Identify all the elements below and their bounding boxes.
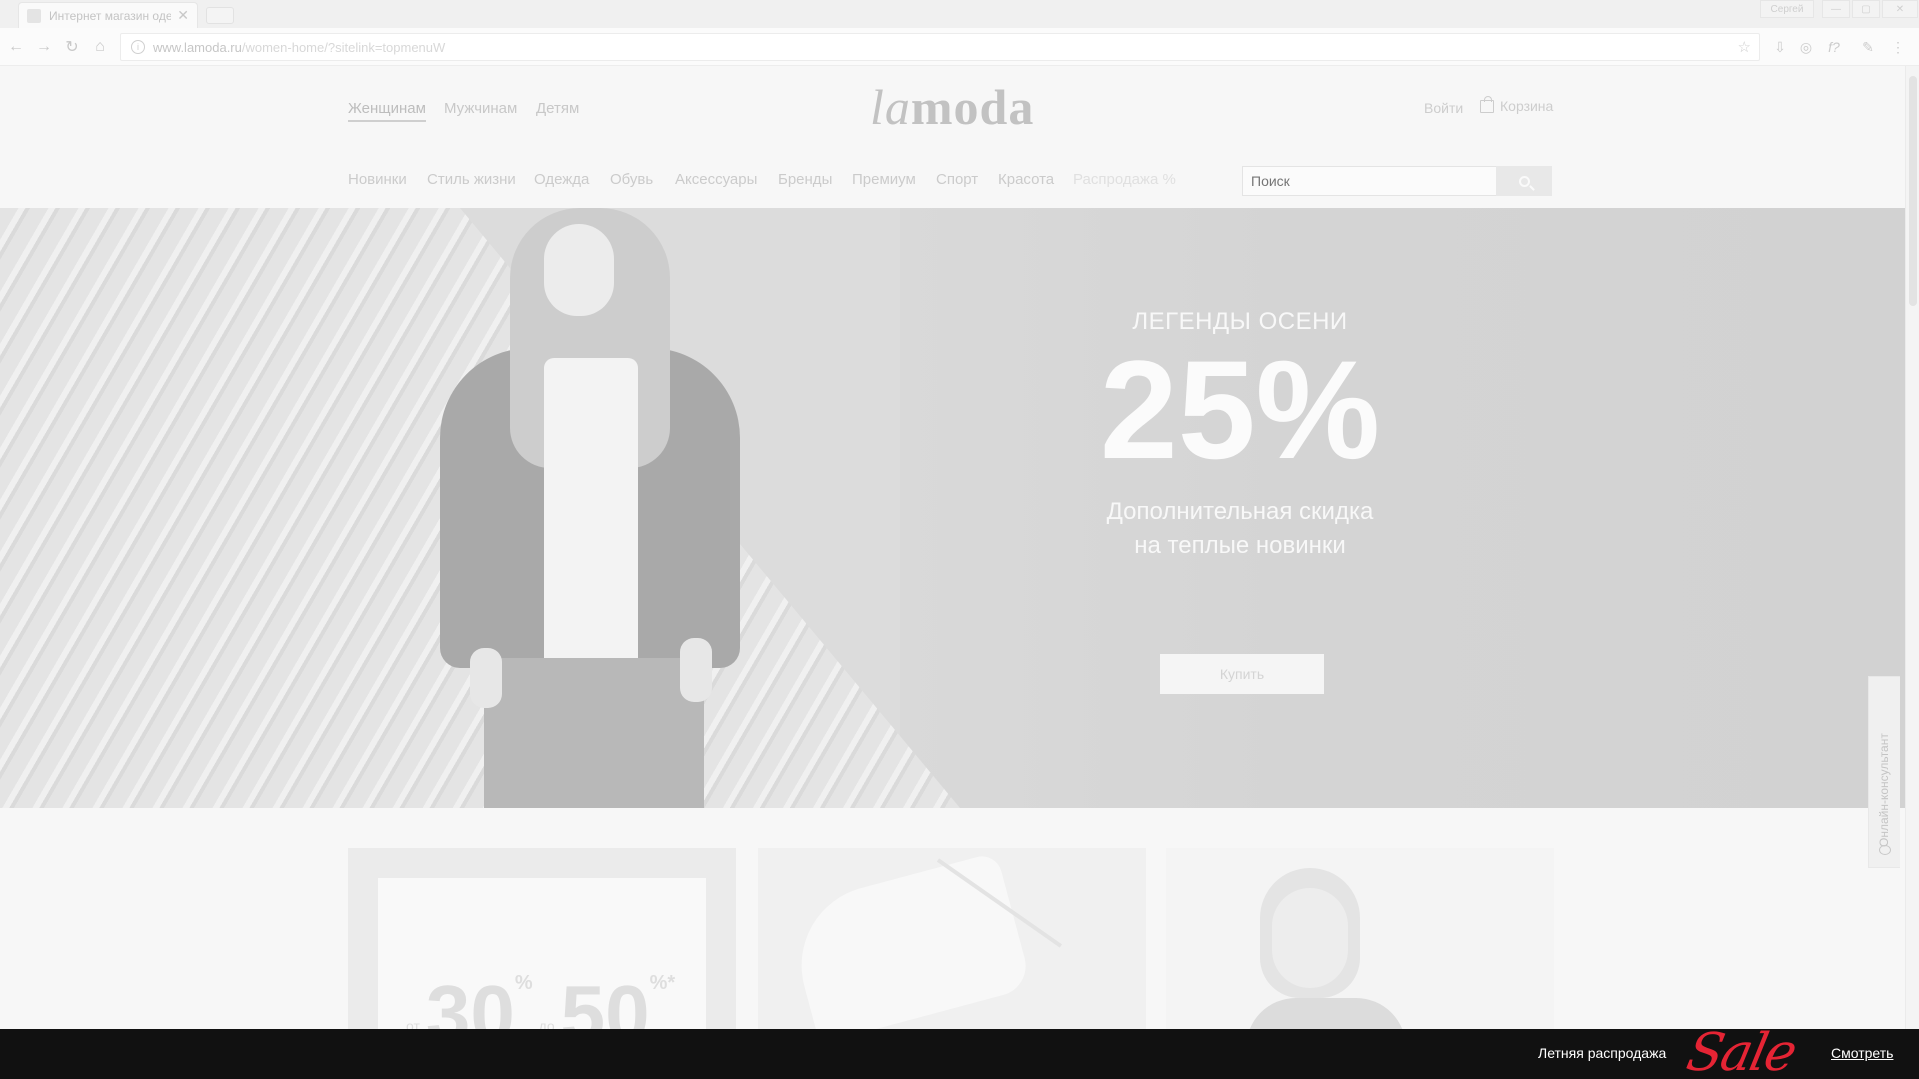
login-link[interactable]: Войти	[1424, 100, 1463, 116]
shopping-bag-icon	[1480, 95, 1494, 113]
model-sweater	[544, 358, 638, 668]
eyedropper-icon[interactable]: ✎	[1858, 37, 1878, 57]
buy-button[interactable]: Купить	[1160, 654, 1324, 694]
category-sport[interactable]: Спорт	[936, 171, 978, 188]
model-face	[544, 224, 614, 316]
fx-icon[interactable]: f?	[1824, 37, 1844, 57]
promo-percent-2: %*	[649, 972, 676, 994]
scrollbar-thumb[interactable]	[1909, 76, 1917, 306]
category-new[interactable]: Новинки	[348, 171, 407, 188]
address-bar[interactable]: i www.lamoda.ru/women-home/?sitelink=top…	[120, 33, 1760, 61]
logo-light-part: la	[870, 79, 911, 135]
forward-icon[interactable]: →	[34, 37, 54, 57]
url-host: www.lamoda.ru	[153, 39, 242, 55]
home-icon[interactable]: ⌂	[90, 37, 110, 57]
category-shoes[interactable]: Обувь	[610, 171, 653, 188]
category-brands[interactable]: Бренды	[778, 171, 832, 188]
model-hand-right	[680, 638, 712, 702]
summer-sale-bar: Летняя распродажа Sale Смотреть	[0, 1023, 1919, 1079]
page-scrollbar[interactable]	[1905, 66, 1919, 1079]
category-accessories[interactable]: Аксессуары	[675, 171, 757, 188]
model-hand-left	[470, 648, 502, 708]
profile-button[interactable]: Сергей	[1760, 0, 1814, 18]
logo-bold-part: moda	[910, 79, 1035, 135]
kebab-menu-icon[interactable]: ⋮	[1888, 37, 1908, 57]
consultant-label: Онлайн-консультант	[1877, 733, 1891, 847]
cart-label: Корзина	[1500, 98, 1554, 114]
bookmark-star-icon[interactable]: ☆	[1738, 38, 1751, 56]
browser-tab-bar: Интернет магазин оде... ✕ Сергей — ▢ ✕	[0, 0, 1919, 28]
browser-toolbar: ← → ↻ ⌂ i www.lamoda.ru/women-home/?site…	[0, 28, 1919, 66]
model-jeans	[484, 658, 704, 808]
category-sale[interactable]: Распродажа %	[1073, 171, 1176, 188]
maximize-button[interactable]: ▢	[1852, 0, 1880, 18]
url-path: /women-home/?sitelink=topmenuW	[241, 39, 446, 55]
minimize-button[interactable]: —	[1822, 0, 1850, 18]
new-tab-button[interactable]	[206, 7, 234, 24]
hero-discount: 25%	[1099, 331, 1381, 488]
site-info-icon[interactable]: i	[131, 40, 145, 54]
shoe-image	[783, 851, 1033, 1045]
online-consultant-tab[interactable]: Онлайн-консультант	[1868, 676, 1900, 868]
summer-sale-text: Летняя распродажа	[1538, 1045, 1667, 1061]
lamoda-logo[interactable]: lamoda	[870, 78, 1034, 136]
search-button[interactable]	[1496, 166, 1552, 196]
sale-logo: Sale	[1681, 1023, 1801, 1079]
web-page: Женщинам Мужчинам Детям lamoda Войти Кор…	[0, 66, 1905, 1079]
model-face-image	[1272, 888, 1348, 988]
category-lifestyle[interactable]: Стиль жизни	[427, 171, 516, 188]
hero-subtitle-line2: на теплые новинки	[1134, 532, 1346, 559]
back-icon[interactable]: ←	[6, 37, 26, 57]
download-icon[interactable]: ⇩	[1770, 37, 1790, 57]
close-window-button[interactable]: ✕	[1882, 0, 1918, 18]
hero-subtitle-line1: Дополнительная скидка	[1106, 498, 1374, 525]
view-sale-link[interactable]: Смотреть	[1831, 1045, 1893, 1061]
gender-tab-men[interactable]: Мужчинам	[444, 100, 517, 117]
gender-tab-women[interactable]: Женщинам	[348, 100, 426, 122]
globe-icon[interactable]: ◎	[1796, 37, 1816, 57]
category-premium[interactable]: Премиум	[852, 171, 916, 188]
browser-tab[interactable]: Интернет магазин оде... ✕	[18, 2, 198, 28]
favicon-icon	[27, 8, 41, 23]
hero-banner[interactable]: ЛЕГЕНДЫ ОСЕНИ 25% Дополнительная скидка …	[0, 208, 1905, 808]
promo-percent-1: %	[514, 972, 533, 994]
cart-link[interactable]: Корзина	[1480, 95, 1554, 114]
chat-bubble-icon	[1879, 845, 1891, 855]
gender-tab-kids[interactable]: Детям	[536, 100, 579, 117]
search-input[interactable]	[1242, 166, 1512, 196]
search-icon	[1518, 175, 1530, 187]
close-tab-icon[interactable]: ✕	[177, 7, 189, 24]
reload-icon[interactable]: ↻	[62, 37, 82, 57]
tab-title: Интернет магазин оде...	[49, 8, 172, 23]
category-clothing[interactable]: Одежда	[534, 171, 589, 188]
category-beauty[interactable]: Красота	[998, 171, 1054, 188]
hero-model-image	[440, 208, 740, 808]
